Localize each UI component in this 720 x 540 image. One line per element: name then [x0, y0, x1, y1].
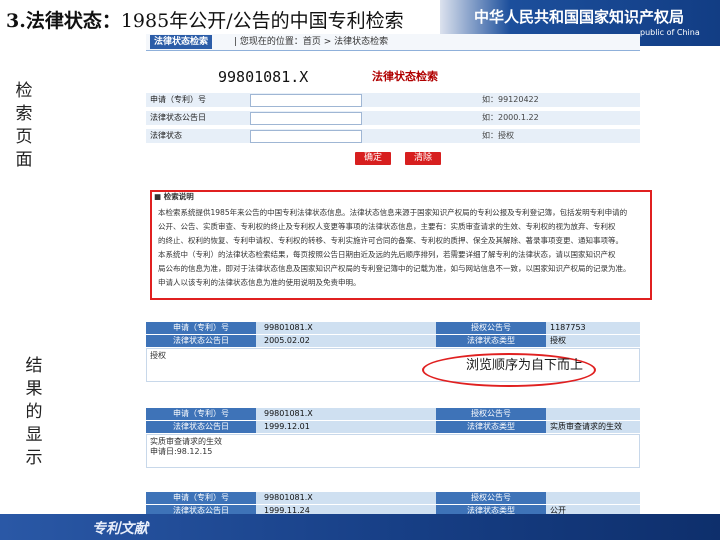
form-row-announcement-date: 法律状态公告日 如：2000.1.22: [146, 110, 640, 125]
legal-status-input[interactable]: [250, 130, 362, 143]
detail-line: 申请日:98.12.15: [150, 447, 213, 456]
result-table: 申请（专利）号 99801081.X 授权公告号 法律状态公告日 1999.12…: [146, 408, 640, 468]
query-number: 99801081.X: [218, 68, 309, 86]
field-hint: 如：2000.1.22: [482, 113, 539, 122]
notice-box: ■ 检索说明 本检索系统提供1985年来公告的中国专利法律状态信息。法律状态信息…: [150, 190, 652, 300]
table-row: 法律状态公告日 1999.12.01 法律状态类型 实质审查请求的生效: [146, 421, 640, 434]
cell-value: 授权: [550, 336, 566, 345]
notice-line: 本检索系统提供1985年来公告的中国专利法律状态信息。法律状态信息来源于国家知识…: [158, 208, 628, 217]
cell-label: 授权公告号: [436, 322, 546, 334]
footer-text: 专利文献: [92, 521, 148, 537]
cell-label: 申请（专利）号: [146, 492, 256, 504]
cell-label: 授权公告号: [436, 492, 546, 504]
form-row-legal-status: 法律状态 如：授权: [146, 128, 640, 143]
search-tabbar: 法律状态检索 | 您现在的位置：首页 > 法律状态检索: [146, 34, 640, 51]
cell-value: 99801081.X: [264, 323, 313, 332]
cell-value: 实质审查请求的生效: [550, 422, 622, 431]
cell-label: 授权公告号: [436, 408, 546, 420]
result-detail: 实质审查请求的生效 申请日:98.12.15: [146, 434, 640, 468]
cell-label: 法律状态公告日: [146, 421, 256, 433]
table-row: 申请（专利）号 99801081.X 授权公告号: [146, 408, 640, 421]
label-search-page: 检索页面: [15, 81, 33, 170]
notice-line: 本系统中（专利）的法律状态检索结果，每页按照公告日期由近及远的先后顺序排列，若需…: [158, 250, 616, 259]
org-name-english: public of China: [640, 28, 700, 37]
slide-title-rest: 1985年公开/公告的中国专利检索: [120, 10, 404, 32]
cell-value: 1999.12.01: [264, 422, 310, 431]
cell-label: 申请（专利）号: [146, 408, 256, 420]
application-number-input[interactable]: [250, 94, 362, 107]
org-name: 中华人民共和国国家知识产权局: [474, 8, 685, 26]
table-row: 法律状态公告日 2005.02.02 法律状态类型 授权: [146, 335, 640, 348]
breadcrumb: | 您现在的位置：首页 > 法律状态检索: [234, 37, 389, 47]
notice-line: 的终止、权利的恢复、专利申请权、专利权的转移、专利实施许可合同的备案、专利权的质…: [158, 236, 623, 245]
field-label: 法律状态: [150, 131, 182, 140]
cell-value: 2005.02.02: [264, 336, 310, 345]
notice-header: ■ 检索说明: [154, 192, 194, 201]
cell-label: 法律状态公告日: [146, 335, 256, 347]
form-title: 法律状态检索: [372, 70, 438, 83]
notice-line: 公开、公告、实质审查、专利权的终止及专利权人变更等事项的法律状态信息，主要有：实…: [158, 222, 616, 231]
annotation-text: 浏览顺序为自下而上: [466, 358, 584, 373]
cell-label: 法律状态类型: [436, 421, 546, 433]
cell-value: 99801081.X: [264, 409, 313, 418]
announcement-date-input[interactable]: [250, 112, 362, 125]
cell-label: 申请（专利）号: [146, 322, 256, 334]
notice-line: 局公布的信息为准，即对于法律状态信息及国家知识产权局的专利登记簿中的记载为准，如…: [158, 264, 631, 273]
tab-legal-status[interactable]: 法律状态检索: [150, 35, 213, 49]
confirm-button[interactable]: 确定: [355, 152, 391, 165]
field-hint: 如：99120422: [482, 95, 539, 104]
field-label: 法律状态公告日: [150, 113, 206, 122]
slide-title: 3.法律状态：1985年公开/公告的中国专利检索: [6, 6, 404, 33]
notice-line: 申请人以该专利的法律状态信息为准的使用说明及免责申明。: [158, 278, 361, 287]
table-row: 申请（专利）号 99801081.X 授权公告号 1187753: [146, 322, 640, 335]
clear-button[interactable]: 清除: [405, 152, 441, 165]
slide-title-prefix: 3.法律状态：: [6, 10, 121, 32]
field-hint: 如：授权: [482, 131, 514, 140]
cell-value: 1187753: [550, 323, 586, 332]
form-row-application-number: 申请（专利）号 如：99120422: [146, 92, 640, 107]
detail-line: 实质审查请求的生效: [150, 437, 222, 446]
table-row: 申请（专利）号 99801081.X 授权公告号: [146, 492, 640, 505]
cell-label: 法律状态类型: [436, 335, 546, 347]
cell-value: 99801081.X: [264, 493, 313, 502]
label-result-display: 结果的显示: [25, 356, 43, 468]
field-label: 申请（专利）号: [150, 95, 206, 104]
